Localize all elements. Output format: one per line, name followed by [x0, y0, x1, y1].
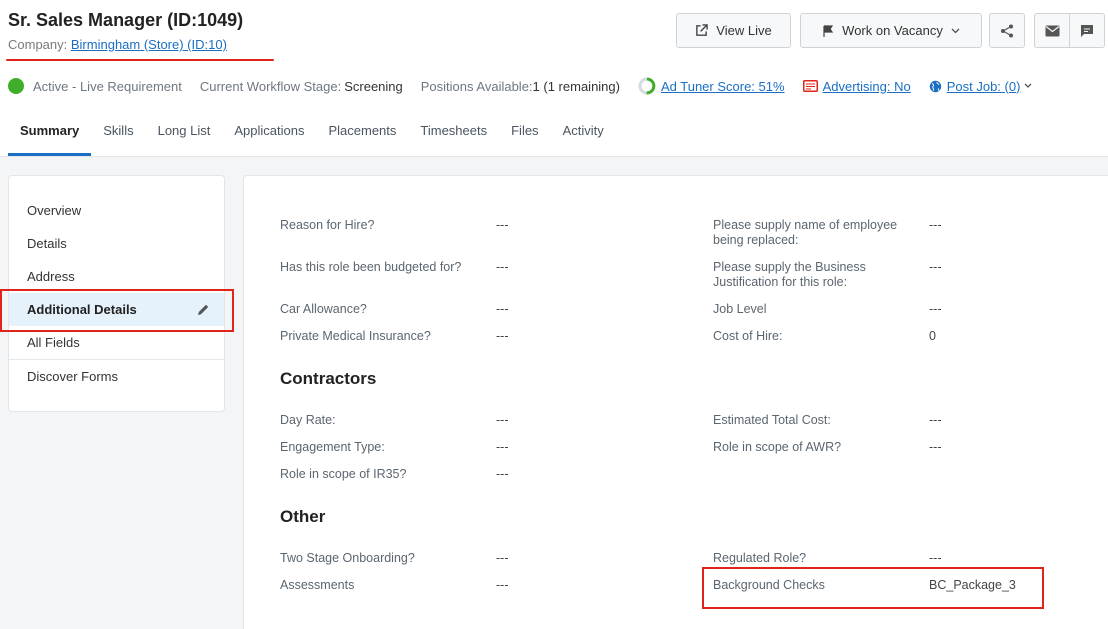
field-label: Engagement Type:: [280, 440, 385, 454]
field-label: Car Allowance?: [280, 302, 367, 316]
status-dot-icon: [8, 78, 24, 94]
post-job-link[interactable]: Post Job: (0): [947, 79, 1021, 94]
annotation-box-nav: [0, 289, 234, 332]
field-value: ---: [496, 551, 509, 565]
field-label: Please supply name of employee: [713, 218, 898, 232]
chevron-down-icon[interactable]: [1024, 83, 1032, 89]
field-label: Role in scope of IR35?: [280, 467, 407, 481]
flag-icon: [823, 24, 834, 37]
positions-available: Positions Available: 1 (1 remaining): [421, 79, 620, 94]
work-on-vacancy-label: Work on Vacancy: [842, 23, 943, 38]
tab-placements[interactable]: Placements: [316, 112, 408, 156]
field-value: ---: [496, 467, 509, 481]
status-row: Active - Live Requirement Current Workfl…: [8, 76, 1050, 96]
tab-applications[interactable]: Applications: [222, 112, 316, 156]
tab-timesheets[interactable]: Timesheets: [408, 112, 499, 156]
field-value: ---: [496, 578, 509, 592]
workflow-value: Screening: [344, 78, 403, 94]
field-label: Day Rate:: [280, 413, 336, 427]
tab-summary[interactable]: Summary: [8, 112, 92, 156]
chevron-down-icon: [951, 28, 960, 33]
nav-item-overview[interactable]: Overview: [9, 194, 224, 227]
section-title-contractors: Contractors: [280, 369, 377, 388]
annotation-underline: [6, 59, 274, 61]
field-value: ---: [496, 218, 509, 232]
external-link-icon: [696, 24, 709, 36]
view-live-button[interactable]: View Live: [676, 13, 791, 48]
company-line: Company: Birmingham (Store) (ID:10): [8, 37, 227, 52]
advertising-link[interactable]: Advertising: No: [823, 79, 911, 94]
field-label: Cost of Hire:: [713, 329, 783, 343]
field-label: Reason for Hire?: [280, 218, 375, 232]
nav-item-discover-forms[interactable]: Discover Forms: [9, 360, 224, 393]
ad-tuner-gauge-icon: [638, 77, 656, 95]
mail-icon: [1045, 25, 1060, 36]
field-label: Justification for this role:: [713, 275, 848, 289]
field-label: being replaced:: [713, 233, 799, 247]
field-label: Estimated Total Cost:: [713, 413, 831, 427]
field-value: ---: [496, 260, 509, 274]
field-label: Assessments: [280, 578, 355, 592]
field-label: Role in scope of AWR?: [713, 440, 842, 454]
field-label: Please supply the Business: [713, 260, 866, 274]
field-value: ---: [929, 551, 942, 565]
positions-value: 1 (1 remaining): [532, 78, 620, 94]
work-on-vacancy-button[interactable]: Work on Vacancy: [800, 13, 982, 48]
workflow-label: Current Workflow Stage:: [199, 78, 342, 94]
field-value: 0: [929, 329, 936, 343]
field-value: ---: [929, 440, 942, 454]
field-label: Regulated Role?: [713, 551, 807, 565]
field-value: ---: [496, 329, 509, 343]
status-text: Active - Live Requirement: [33, 78, 182, 94]
view-live-label: View Live: [716, 23, 772, 38]
field-value: ---: [929, 302, 942, 316]
tab-long-list[interactable]: Long List: [146, 112, 223, 156]
company-link[interactable]: Birmingham (Store) (ID:10): [71, 37, 227, 52]
field-value: ---: [496, 413, 509, 427]
tab-activity[interactable]: Activity: [551, 112, 616, 156]
field-label: Private Medical Insurance?: [280, 329, 431, 343]
field-value: ---: [496, 302, 509, 316]
annotation-box-background-checks: [702, 567, 1044, 609]
positions-label: Positions Available:: [420, 78, 533, 94]
section-title-other: Other: [280, 507, 326, 526]
post-job[interactable]: Post Job: (0): [929, 79, 1033, 94]
tab-skills[interactable]: Skills: [91, 112, 145, 156]
message-button[interactable]: [1069, 13, 1105, 48]
field-value: ---: [929, 218, 942, 232]
field-label: Two Stage Onboarding?: [280, 551, 415, 565]
nav-item-details[interactable]: Details: [9, 227, 224, 260]
tab-bar: Summary Skills Long List Applications Pl…: [8, 112, 616, 156]
page-title: Sr. Sales Manager (ID:1049): [8, 10, 244, 30]
field-value: ---: [496, 440, 509, 454]
field-value: ---: [929, 413, 942, 427]
email-button[interactable]: [1034, 13, 1070, 48]
field-label: Job Level: [713, 302, 767, 316]
company-label: Company:: [8, 37, 68, 52]
advertising-icon: [802, 80, 818, 92]
advertising[interactable]: Advertising: No: [802, 79, 911, 94]
ad-tuner[interactable]: Ad Tuner Score: 51%: [638, 77, 785, 95]
tab-files[interactable]: Files: [499, 112, 550, 156]
field-value: ---: [929, 260, 942, 274]
field-label: Has this role been budgeted for?: [280, 260, 462, 274]
workflow-stage: Current Workflow Stage: Screening: [200, 79, 403, 94]
share-icon: [1001, 24, 1013, 37]
ad-tuner-link[interactable]: Ad Tuner Score: 51%: [661, 79, 785, 94]
chat-icon: [1081, 24, 1093, 37]
share-button[interactable]: [989, 13, 1025, 48]
globe-icon: [929, 80, 942, 93]
